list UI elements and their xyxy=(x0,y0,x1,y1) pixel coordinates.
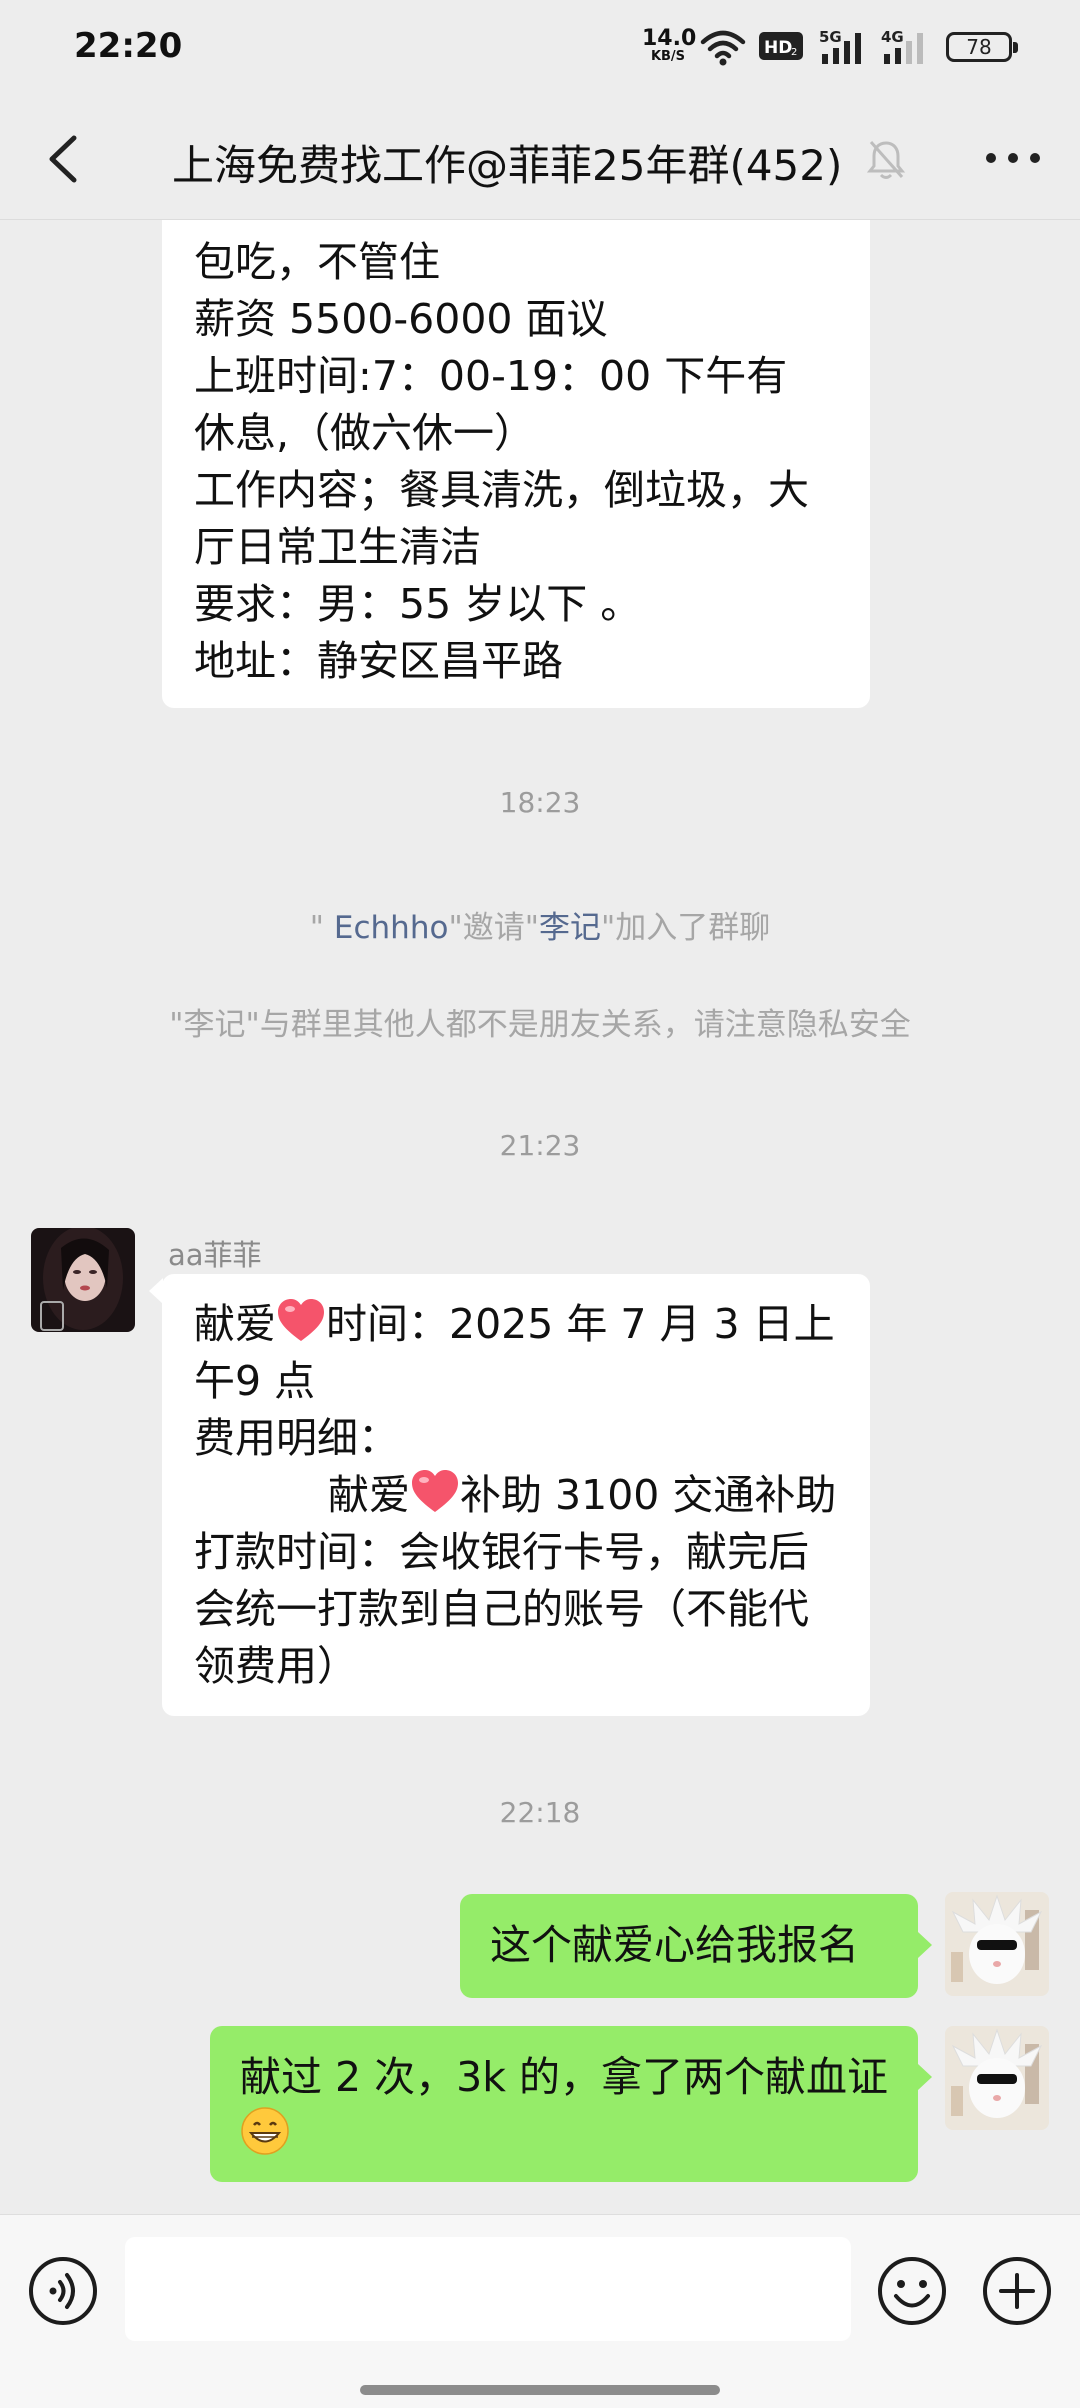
chat-screen: 22:20 14.0 KB/S HD 2 5G 4G 78 上海免费找工作@菲菲… xyxy=(0,0,1080,2408)
chat-header: 上海免费找工作@菲菲25年群(452) xyxy=(0,96,1080,220)
signal-4g-label: 4G xyxy=(881,28,904,46)
message-text: 时间：2025 年 7 月 3 日上 xyxy=(326,1300,835,1348)
input-bar xyxy=(0,2214,1080,2408)
message-line: 会统一打款到自己的账号（不能代 xyxy=(194,1585,809,1633)
more-options-icon[interactable] xyxy=(978,136,1048,180)
status-bar: 22:20 14.0 KB/S HD 2 5G 4G 78 xyxy=(0,0,1080,96)
donation-post-message[interactable]: 献爱 时间：2025 年 7 月 3 日上 午9 点 费用明细： 献爱 补助 310… xyxy=(162,1274,870,1716)
invite-suffix: "加入了群聊 xyxy=(600,910,771,946)
message-line: 献爱 时间：2025 年 7 月 3 日上 xyxy=(194,1296,838,1353)
grin-emoji-icon xyxy=(241,2107,289,2155)
battery-level: 78 xyxy=(966,35,992,59)
my-message[interactable]: 这个献爱心给我报名 xyxy=(460,1894,918,1998)
message-line: 要求：男：55 岁以下 。 xyxy=(194,580,642,628)
message-line: 上班时间:7：00-19：00 下午有 xyxy=(194,352,788,400)
timestamp: 18:23 xyxy=(499,786,581,819)
network-speed-unit: KB/S xyxy=(650,49,686,64)
svg-text:2: 2 xyxy=(791,47,797,58)
message-line: 献爱 补助 3100 交通补助 xyxy=(194,1467,838,1524)
message-line: 休息,（做六休一） xyxy=(194,409,536,457)
status-time: 22:20 xyxy=(74,26,183,66)
home-indicator[interactable] xyxy=(360,2385,720,2395)
mute-bell-icon xyxy=(866,141,906,179)
chat-title: 上海免费找工作@菲菲25年群(452) xyxy=(172,141,843,190)
hd-icon: HD 2 xyxy=(759,32,803,60)
signal-5g-icon: 5G xyxy=(819,28,861,64)
inviter-link[interactable]: Echhho xyxy=(334,910,449,946)
message-text: 这个献爱心给我报名 xyxy=(490,1921,859,1969)
message-text: 献爱 xyxy=(328,1471,410,1519)
message-line: 午9 点 xyxy=(194,1357,316,1405)
job-post-message[interactable]: 包吃，不管住 薪资 5500-6000 面议 上班时间:7：00-19：00 下… xyxy=(162,220,870,708)
message-text: 补助 3100 交通补助 xyxy=(460,1471,837,1519)
invitee-link[interactable]: 李记 xyxy=(539,910,601,946)
bubble-tail xyxy=(149,1278,163,1304)
battery-icon: 78 xyxy=(946,32,1018,62)
plus-icon[interactable] xyxy=(981,2255,1053,2327)
message-line xyxy=(240,2106,888,2163)
message-line: 费用明细： xyxy=(194,1414,399,1462)
my-avatar[interactable] xyxy=(945,1892,1049,1996)
invite-prefix: " xyxy=(309,910,334,946)
message-line: 薪资 5500-6000 面议 xyxy=(194,295,608,343)
wifi-icon xyxy=(700,30,746,66)
message-line: 打款时间：会收银行卡号，献完后 xyxy=(194,1528,809,1576)
timestamp: 22:18 xyxy=(499,1796,581,1829)
message-line: 厅日常卫生清洁 xyxy=(194,523,481,571)
signal-5g-label: 5G xyxy=(819,28,842,46)
message-text: 献过 2 次，3k 的，拿了两个献血证 xyxy=(240,2053,889,2101)
message-line: 地址：静安区昌平路 xyxy=(194,637,563,685)
message-input[interactable] xyxy=(125,2237,851,2341)
back-arrow-icon[interactable] xyxy=(30,124,100,194)
heart-emoji-icon xyxy=(278,1299,324,1341)
privacy-notice: "李记"与群里其他人都不是朋友关系，请注意隐私安全 xyxy=(169,1007,911,1043)
message-line: 领费用） xyxy=(194,1642,358,1690)
voice-input-icon[interactable] xyxy=(27,2255,99,2327)
message-line: 工作内容；餐具清洗，倒垃圾，大 xyxy=(194,466,809,514)
bubble-tail xyxy=(918,1932,932,1958)
invite-mid: "邀请" xyxy=(448,910,539,946)
timestamp: 21:23 xyxy=(499,1129,581,1162)
bubble-tail xyxy=(918,2064,932,2090)
my-avatar[interactable] xyxy=(945,2026,1049,2130)
my-message[interactable]: 献过 2 次，3k 的，拿了两个献血证 xyxy=(210,2026,918,2182)
sender-name: aa菲菲 xyxy=(168,1238,262,1272)
hd-label: HD xyxy=(764,38,792,58)
network-speed-value: 14.0 xyxy=(642,26,697,51)
signal-4g-icon: 4G xyxy=(881,28,923,64)
message-text: 献爱 xyxy=(194,1300,276,1348)
sender-avatar[interactable] xyxy=(31,1228,135,1332)
heart-emoji-icon xyxy=(412,1470,458,1512)
system-invite-notice: " Echhho"邀请"李记"加入了群聊 xyxy=(0,902,1080,947)
emoji-icon[interactable] xyxy=(876,2255,948,2327)
network-speed: 14.0 KB/S xyxy=(642,26,697,64)
message-line: 包吃，不管住 xyxy=(194,238,440,286)
